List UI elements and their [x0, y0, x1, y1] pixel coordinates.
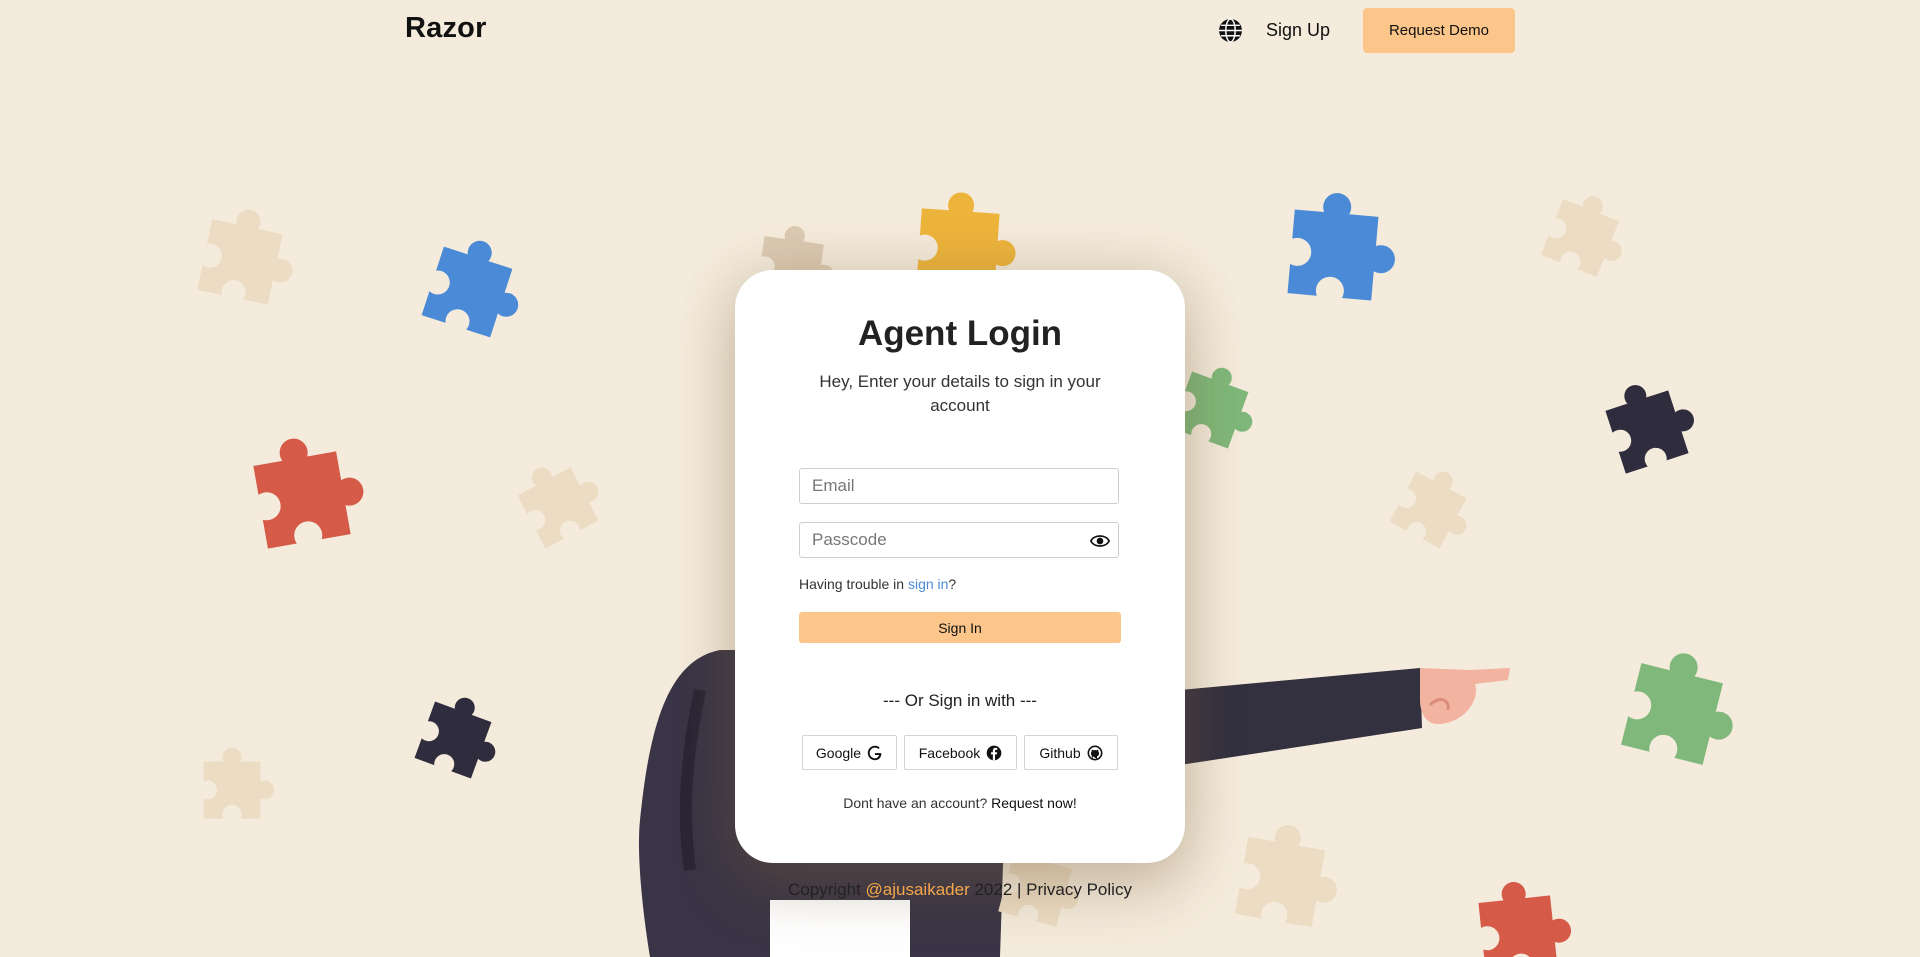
passcode-field[interactable]	[799, 522, 1119, 558]
facebook-signin-button[interactable]: Facebook	[904, 735, 1017, 770]
logo[interactable]: Razor	[405, 12, 487, 45]
page-title: Agent Login	[857, 314, 1063, 353]
eye-icon[interactable]	[1090, 532, 1110, 550]
request-demo-button[interactable]: Request Demo	[1363, 8, 1515, 53]
facebook-icon	[986, 745, 1002, 760]
login-card: Agent Login Hey, Enter your details to s…	[735, 270, 1185, 863]
passcode-input[interactable]	[800, 523, 1092, 557]
request-now-link[interactable]: Request now!	[991, 795, 1077, 811]
privacy-policy-text[interactable]: 2022 | Privacy Policy	[970, 880, 1132, 899]
top-nav: Razor Sign Up Request Demo	[0, 0, 1920, 64]
login-subtitle: Hey, Enter your details to sign in your …	[819, 372, 1101, 415]
email-input[interactable]	[800, 469, 1092, 503]
google-signin-button[interactable]: Google	[802, 735, 897, 770]
signup-link[interactable]: Sign Up	[1266, 20, 1330, 41]
signin-help-link[interactable]: sign in	[908, 576, 948, 592]
email-field[interactable]	[799, 468, 1119, 504]
trouble-text: Having trouble in sign in?	[799, 576, 957, 592]
signin-button[interactable]: Sign In	[799, 612, 1121, 643]
or-divider: --- Or Sign in with ---	[883, 691, 1037, 710]
github-icon	[1087, 745, 1103, 760]
globe-icon[interactable]	[1218, 18, 1243, 43]
github-signin-button[interactable]: Github	[1024, 735, 1118, 770]
request-account-text: Dont have an account? Request now!	[843, 795, 1077, 811]
footer: Copyright @ajusaikader 2022 | Privacy Po…	[788, 880, 1132, 899]
author-handle-link[interactable]: @ajusaikader	[866, 880, 970, 899]
google-icon	[867, 745, 882, 760]
